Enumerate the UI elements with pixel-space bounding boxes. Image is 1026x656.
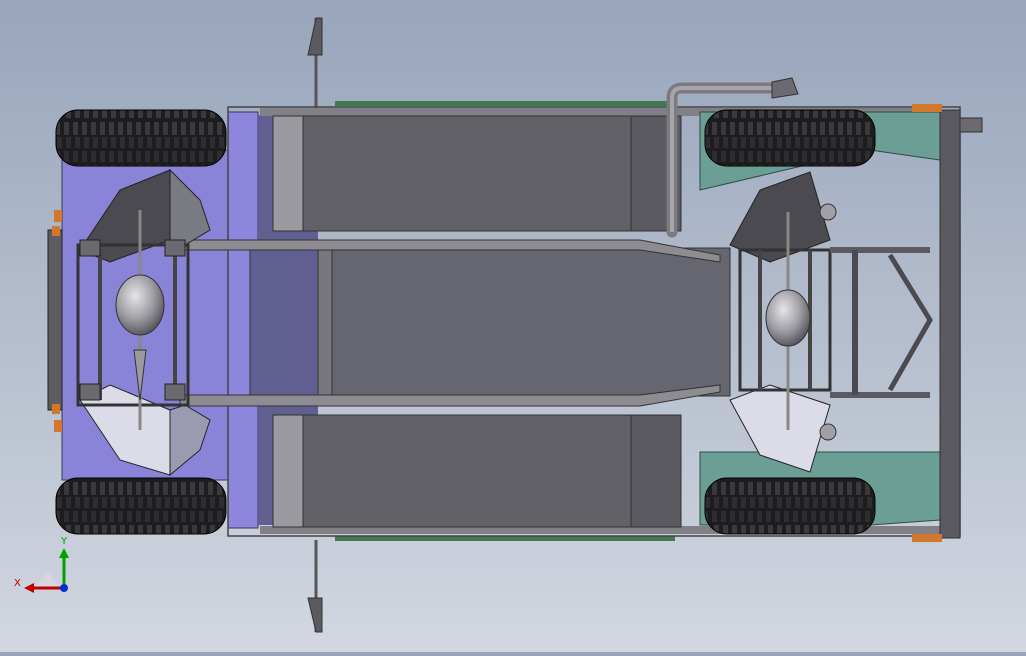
wheel-front-bottom [55, 477, 227, 535]
front-bumper [47, 210, 63, 432]
z-axis-dot [60, 584, 68, 592]
vehicle-chassis-model [47, 17, 983, 633]
graphics-viewport[interactable] [0, 0, 1026, 652]
wheel-front-top [55, 109, 227, 167]
y-axis-label: Y [60, 536, 68, 547]
wheel-rear-top [704, 109, 876, 167]
rear-axle-assembly [729, 171, 933, 473]
mirror-pole-top [307, 17, 323, 108]
triad-plane [32, 572, 60, 588]
wheel-rear-bottom [704, 477, 876, 535]
coordinate-triad: Y X [12, 530, 82, 600]
mirror-pole-bottom [307, 540, 323, 633]
side-strip-top [335, 101, 675, 106]
x-axis-label: X [14, 578, 21, 589]
